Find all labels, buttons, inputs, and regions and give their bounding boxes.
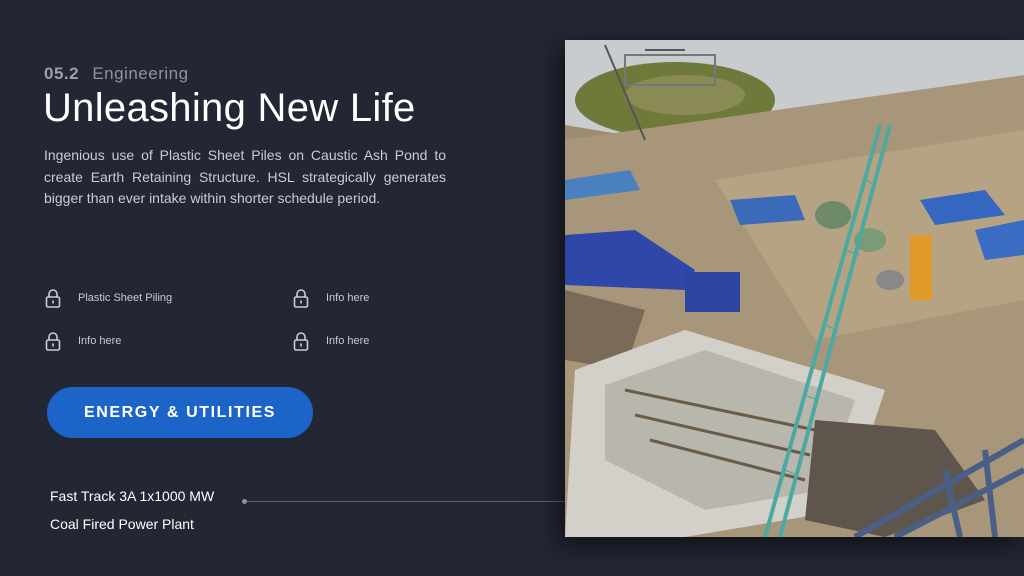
project-caption: Fast Track 3A 1x1000 MW Coal Fired Power… [50,482,214,538]
lock-icon [293,289,309,308]
project-line-2: Coal Fired Power Plant [50,516,194,532]
feature-label: Info here [326,292,370,304]
feature-label: Info here [326,335,370,347]
section-number: 05.2 [44,64,80,83]
lock-icon [45,289,61,308]
lock-icon [293,332,309,351]
feature-label: Info here [78,335,122,347]
connector-line [244,501,566,502]
description: Ingenious use of Plastic Sheet Piles on … [44,147,446,206]
page-title: Unleashing New Life [43,86,416,130]
feature-label: Plastic Sheet Piling [78,292,173,304]
connector-dot [242,499,247,504]
construction-site-photo [565,40,1024,537]
feature-item: Info here [293,331,369,351]
section-name: Engineering [92,64,189,83]
feature-item: Info here [293,288,369,308]
project-line-1: Fast Track 3A 1x1000 MW [50,488,215,504]
lock-icon [45,332,61,351]
feature-item: Info here [45,331,121,351]
feature-item: Plastic Sheet Piling [45,288,172,308]
energy-utilities-button[interactable]: ENERGY & UTILITIES [47,387,313,438]
section-label: 05.2 Engineering [44,64,189,84]
